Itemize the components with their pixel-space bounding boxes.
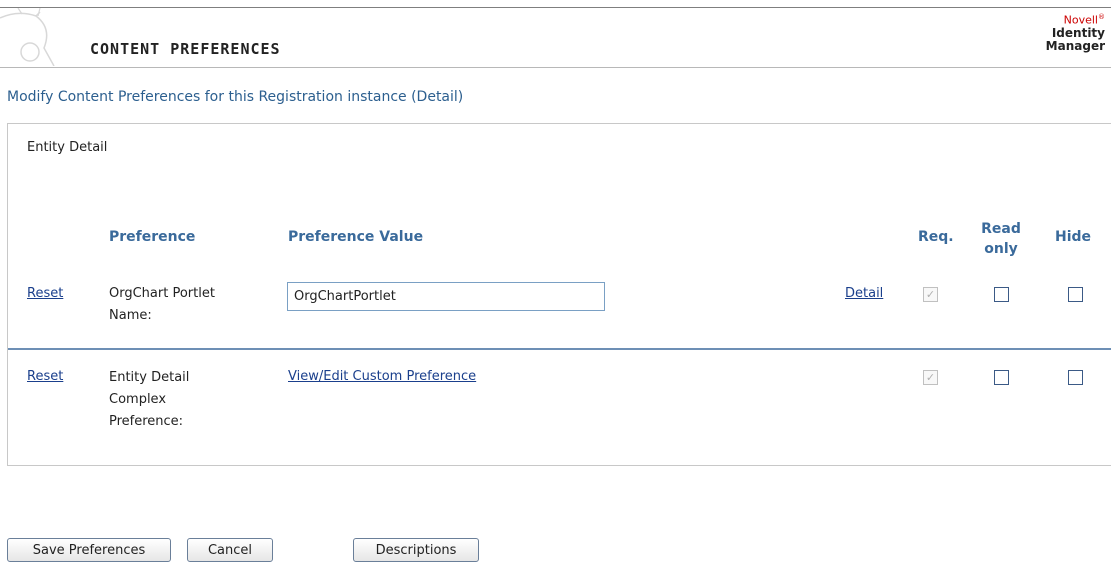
page-header: CONTENT PREFERENCES Novell® Identity Man…	[0, 0, 1111, 68]
reset-link-orgchart-name[interactable]: Reset	[27, 286, 63, 301]
page-title: CONTENT PREFERENCES	[90, 40, 281, 58]
orgchart-portlet-name-input[interactable]	[287, 282, 605, 311]
column-header-read-only: Read only	[981, 221, 1021, 257]
hide-checkbox-row1[interactable]	[1068, 287, 1083, 302]
preference-name-orgchart-portlet: OrgChart Portlet Name:	[109, 286, 215, 323]
preference-name-entity-detail-complex: Entity Detail Complex Preference:	[109, 370, 190, 429]
view-edit-custom-preference-link[interactable]: View/Edit Custom Preference	[288, 369, 476, 384]
descriptions-button[interactable]: Descriptions	[353, 538, 479, 562]
detail-link[interactable]: Detail	[845, 286, 883, 301]
reset-link-entity-detail-complex[interactable]: Reset	[27, 369, 63, 384]
cancel-button[interactable]: Cancel	[187, 538, 273, 562]
read-only-checkbox-row2[interactable]	[994, 370, 1009, 385]
req-checkbox-row2: ✓	[923, 370, 938, 385]
header-top-border	[0, 7, 1111, 8]
column-header-preference-value: Preference Value	[288, 229, 424, 245]
column-header-hide: Hide	[1055, 229, 1092, 245]
row-divider	[8, 348, 1111, 350]
column-header-req: Req.	[918, 229, 954, 245]
header-bottom-border	[0, 67, 1111, 68]
page-subtitle: Modify Content Preferences for this Regi…	[7, 89, 464, 105]
req-checkbox-row1: ✓	[923, 287, 938, 302]
gear-decoration-icon	[0, 8, 55, 66]
column-header-preference: Preference	[109, 229, 196, 245]
hide-checkbox-row2[interactable]	[1068, 370, 1083, 385]
novell-identity-manager-logo: Novell® Identity Manager	[1045, 13, 1105, 53]
panel-title: Entity Detail	[27, 140, 108, 155]
read-only-checkbox-row1[interactable]	[994, 287, 1009, 302]
save-preferences-button[interactable]: Save Preferences	[7, 538, 171, 562]
